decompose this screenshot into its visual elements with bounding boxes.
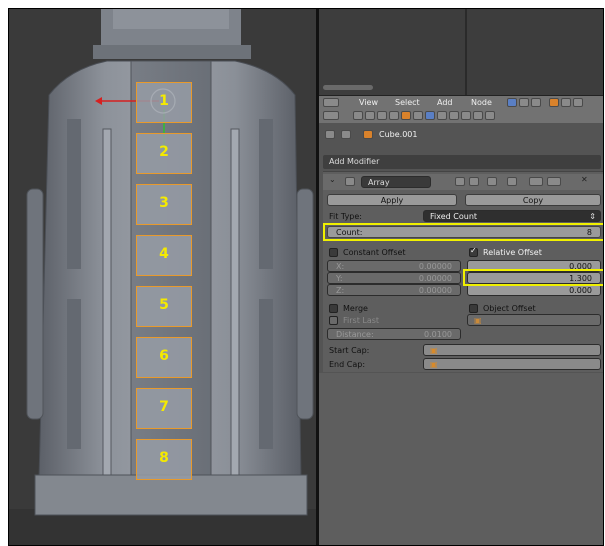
remove-modifier-icon[interactable]: ✕ bbox=[581, 175, 588, 184]
fit-type-label: Fit Type: bbox=[329, 212, 362, 221]
modifier-name-field[interactable]: Array bbox=[361, 176, 431, 188]
editor-type-icon[interactable] bbox=[323, 98, 339, 107]
node-editor-header: View Select Add Node bbox=[319, 95, 603, 110]
particles-tab-icon[interactable] bbox=[473, 111, 483, 120]
constant-y-field[interactable]: Y: 0.00000 bbox=[327, 272, 461, 284]
array-tile-3[interactable]: 3 bbox=[136, 184, 192, 225]
texture-icon[interactable] bbox=[531, 98, 541, 107]
render-layers-tab-icon[interactable] bbox=[365, 111, 375, 120]
render-tab-icon[interactable] bbox=[353, 111, 363, 120]
constant-offset-label: Constant Offset bbox=[343, 248, 406, 257]
offset-object-field[interactable]: ▣ bbox=[467, 314, 601, 326]
array-tile-7[interactable]: 7 bbox=[136, 388, 192, 429]
array-tile-1[interactable]: 1 bbox=[136, 82, 192, 123]
start-cap-field[interactable]: ▣ bbox=[423, 344, 601, 356]
properties-header bbox=[319, 109, 603, 123]
array-tile-number: 1 bbox=[159, 93, 169, 109]
array-tile-6[interactable]: 6 bbox=[136, 337, 192, 378]
menu-node[interactable]: Node bbox=[471, 98, 492, 107]
constant-offset-checkbox[interactable] bbox=[329, 248, 338, 257]
properties-empty-space bbox=[319, 373, 603, 545]
array-tile-2[interactable]: 2 bbox=[136, 133, 192, 174]
array-tile-number: 2 bbox=[159, 144, 169, 160]
object-icon: ▣ bbox=[474, 316, 482, 325]
scene-tab-icon[interactable] bbox=[377, 111, 387, 120]
fit-type-dropdown[interactable]: Fixed Count ⇕ bbox=[423, 210, 601, 222]
array-tile-number: 8 bbox=[159, 450, 169, 466]
array-modifier-panel: ⌄ Array ✕ Apply Copy Fit Type: Fixed Cou… bbox=[323, 171, 603, 372]
data-tab-icon[interactable] bbox=[437, 111, 447, 120]
array-tile-number: 6 bbox=[159, 348, 169, 364]
move-up-icon[interactable] bbox=[529, 177, 543, 186]
menu-add[interactable]: Add bbox=[437, 98, 453, 107]
object-offset-label: Object Offset bbox=[483, 304, 536, 313]
copy-button[interactable]: Copy bbox=[465, 194, 601, 206]
pin-icon[interactable] bbox=[325, 130, 335, 139]
array-tile-5[interactable]: 5 bbox=[136, 286, 192, 327]
properties-area: View Select Add Node Cube.001 Add Modifi… bbox=[319, 9, 603, 545]
array-tile-number: 3 bbox=[159, 195, 169, 211]
material-tab-icon[interactable] bbox=[449, 111, 459, 120]
constant-x-field[interactable]: X: 0.00000 bbox=[327, 260, 461, 272]
mesh-icon: ▣ bbox=[430, 346, 438, 355]
modifier-header: ⌄ Array ✕ bbox=[323, 174, 603, 190]
object-tab-icon[interactable] bbox=[401, 111, 411, 120]
blender-window: 1 2 3 4 5 6 7 8 View Select Add Node Cube.001 A… bbox=[8, 8, 604, 546]
world-tab-icon[interactable] bbox=[389, 111, 399, 120]
array-tile-number: 5 bbox=[159, 297, 169, 313]
horizontal-scrollbar[interactable] bbox=[323, 85, 373, 90]
cube-icon bbox=[363, 130, 373, 139]
relative-y-highlight bbox=[463, 269, 603, 286]
object-icon[interactable] bbox=[549, 98, 559, 107]
end-cap-label: End Cap: bbox=[329, 360, 366, 369]
merge-checkbox[interactable] bbox=[329, 304, 338, 313]
object-name: Cube.001 bbox=[379, 130, 418, 139]
area-split[interactable] bbox=[465, 9, 467, 95]
texture-tab-icon[interactable] bbox=[461, 111, 471, 120]
array-modifier-icon bbox=[345, 177, 355, 186]
context-path: Cube.001 bbox=[319, 124, 603, 146]
object-offset-checkbox[interactable] bbox=[469, 304, 478, 313]
shader-icon[interactable] bbox=[507, 98, 517, 107]
constraints-tab-icon[interactable] bbox=[413, 111, 423, 120]
move-down-icon[interactable] bbox=[547, 177, 561, 186]
constant-z-field[interactable]: Z: 0.00000 bbox=[327, 284, 461, 296]
show-editmode-icon[interactable] bbox=[487, 177, 497, 186]
editor-type-icon-2[interactable] bbox=[323, 111, 339, 120]
physics-tab-icon[interactable] bbox=[485, 111, 495, 120]
menu-select[interactable]: Select bbox=[395, 98, 420, 107]
relative-offset-label: Relative Offset bbox=[483, 248, 542, 257]
dropdown-arrows-icon: ⇕ bbox=[589, 212, 596, 221]
array-tile-8[interactable]: 8 bbox=[136, 439, 192, 480]
array-tile-4[interactable]: 4 bbox=[136, 235, 192, 276]
add-modifier-dropdown[interactable]: Add Modifier bbox=[323, 155, 601, 169]
apply-button[interactable]: Apply bbox=[327, 194, 457, 206]
3d-viewport[interactable]: 1 2 3 4 5 6 7 8 bbox=[9, 9, 316, 545]
compositing-icon[interactable] bbox=[519, 98, 529, 107]
start-cap-label: Start Cap: bbox=[329, 346, 370, 355]
collapse-icon[interactable]: ⌄ bbox=[329, 175, 336, 184]
mesh-icon-2: ▣ bbox=[430, 360, 438, 369]
modifiers-tab-icon[interactable] bbox=[425, 111, 435, 120]
show-render-icon[interactable] bbox=[455, 177, 465, 186]
linestyle-icon[interactable] bbox=[573, 98, 583, 107]
merge-label: Merge bbox=[343, 304, 368, 313]
end-cap-field[interactable]: ▣ bbox=[423, 358, 601, 370]
array-tile-number: 4 bbox=[159, 246, 169, 262]
count-highlight bbox=[323, 223, 603, 241]
relative-offset-checkbox[interactable] bbox=[469, 246, 478, 257]
menu-view[interactable]: View bbox=[359, 98, 378, 107]
show-viewport-icon[interactable] bbox=[469, 177, 479, 186]
world-icon[interactable] bbox=[561, 98, 571, 107]
scene-icon bbox=[341, 130, 351, 139]
show-cage-icon[interactable] bbox=[507, 177, 517, 186]
distance-field[interactable]: Distance: 0.0100 bbox=[327, 328, 461, 340]
first-last-label: First Last bbox=[343, 316, 380, 325]
node-editor-area[interactable] bbox=[319, 9, 603, 95]
array-tile-number: 7 bbox=[159, 399, 169, 415]
first-last-checkbox[interactable] bbox=[329, 316, 338, 325]
